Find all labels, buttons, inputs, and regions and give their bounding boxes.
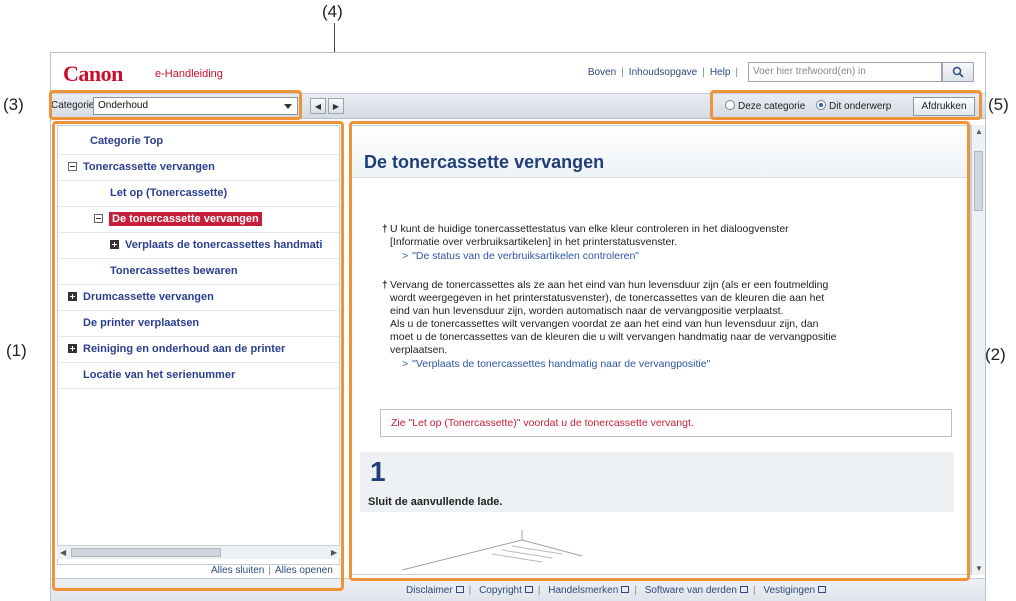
header: Canon e-Handleiding Boven | Inhoudsopgave |… bbox=[51, 53, 985, 93]
tree-item-toner-replace-current[interactable]: De tonercassette vervangen bbox=[94, 207, 262, 232]
step-number: 1 bbox=[370, 456, 386, 487]
search-input[interactable]: Voer hier trefwoord(en) in bbox=[748, 62, 942, 82]
external-link-icon bbox=[524, 586, 533, 593]
collapse-icon[interactable] bbox=[94, 214, 103, 223]
tip-icon: † bbox=[382, 280, 388, 291]
status-link[interactable]: > "De status van de verbruiksartikelen co… bbox=[390, 250, 960, 263]
step-1: 1 Sluit de aanvullende lade. bbox=[360, 452, 954, 512]
arrow-left-icon: ◀ bbox=[314, 101, 322, 111]
tree-item-move-printer[interactable]: De printer verplaatsen bbox=[83, 311, 199, 336]
tree-horizontal-scrollbar[interactable]: ◀ ▶ bbox=[57, 545, 340, 559]
chevron-down-icon bbox=[284, 104, 292, 109]
content-header: De tonercassette vervangen bbox=[352, 126, 970, 178]
scroll-down-icon[interactable]: ▼ bbox=[975, 564, 983, 573]
category-label: Categorie bbox=[51, 100, 95, 111]
link-top[interactable]: Boven bbox=[588, 67, 616, 78]
status-tip: † U kunt de huidige tonercassettestatus … bbox=[382, 223, 960, 263]
callout-2: (2) bbox=[985, 345, 1006, 364]
link-help[interactable]: Help bbox=[710, 67, 731, 78]
tree-item-drum-replace[interactable]: Drumcassette vervangen bbox=[68, 285, 214, 310]
manual-subtitle: e-Handleiding bbox=[155, 68, 223, 80]
expand-icon[interactable] bbox=[68, 292, 77, 301]
toolbar: Categorie Onderhoud ◀ ▶ Deze categorie D… bbox=[51, 93, 985, 119]
external-link-icon bbox=[818, 586, 827, 593]
previous-button[interactable]: ◀ bbox=[310, 98, 326, 114]
chevron-right-icon: > bbox=[402, 250, 409, 262]
external-link-icon bbox=[739, 586, 748, 593]
link-contents[interactable]: Inhoudsopgave bbox=[629, 67, 697, 78]
scroll-up-icon[interactable]: ▲ bbox=[975, 127, 983, 136]
external-link-icon bbox=[455, 586, 464, 593]
expand-all-link[interactable]: Alles openen bbox=[275, 565, 333, 576]
print-scope: Deze categorie Dit onderwerp bbox=[725, 100, 891, 112]
step-text: Sluit de aanvullende lade. bbox=[368, 496, 503, 508]
footer-link-third-party[interactable]: Software van derden bbox=[645, 585, 748, 596]
navigation-tree: Categorie Top Tonercassette vervangen Le… bbox=[57, 125, 340, 565]
move-toner-link[interactable]: > "Verplaats de tonercassettes handmatig … bbox=[390, 358, 960, 371]
tree-bottom-links: Alles sluiten | Alles openen bbox=[211, 565, 333, 576]
collapse-icon[interactable] bbox=[68, 162, 77, 171]
footer-link-trademarks[interactable]: Handelsmerken bbox=[548, 585, 630, 596]
callout-3: (3) bbox=[3, 95, 24, 114]
external-link-icon bbox=[621, 586, 630, 593]
tree-item-toner-caution[interactable]: Let op (Tonercassette) bbox=[110, 181, 227, 206]
scroll-right-icon[interactable]: ▶ bbox=[331, 548, 337, 557]
top-links: Boven | Inhoudsopgave | Help | bbox=[587, 67, 738, 78]
search-button[interactable] bbox=[942, 62, 974, 82]
callout-1: (1) bbox=[6, 341, 27, 360]
next-button[interactable]: ▶ bbox=[328, 98, 344, 114]
canon-logo: Canon bbox=[63, 61, 123, 86]
page: (4) (3) (5) (1) (2) Canon e-Handleiding … bbox=[0, 0, 1016, 601]
chevron-right-icon: > bbox=[402, 358, 409, 370]
arrow-right-icon: ▶ bbox=[332, 101, 340, 111]
tree-item-category-top[interactable]: Categorie Top bbox=[90, 129, 163, 154]
tree-item-toner-storage[interactable]: Tonercassettes bewaren bbox=[110, 259, 238, 284]
expand-icon[interactable] bbox=[68, 344, 77, 353]
tree-item-serial-number[interactable]: Locatie van het serienummer bbox=[83, 363, 235, 388]
callout-4: (4) bbox=[322, 2, 343, 21]
search-icon bbox=[952, 66, 964, 78]
print-button[interactable]: Afdrukken bbox=[913, 97, 975, 116]
content-vertical-scrollbar[interactable]: ▲ ▼ bbox=[971, 125, 985, 575]
scroll-left-icon[interactable]: ◀ bbox=[60, 548, 66, 557]
category-select[interactable]: Onderhoud bbox=[93, 97, 298, 115]
replace-tip: † Vervang de tonercassettes als ze aan h… bbox=[382, 279, 960, 371]
tree-item-move-toner[interactable]: Verplaats de tonercassettes handmati bbox=[110, 233, 322, 258]
radio-this-category-label: Deze categorie bbox=[738, 101, 806, 112]
footer-link-offices[interactable]: Vestigingen bbox=[763, 585, 827, 596]
tree-item-cleaning[interactable]: Reiniging en onderhoud aan de printer bbox=[68, 337, 285, 362]
scrollbar-thumb[interactable] bbox=[974, 151, 983, 211]
footer: Disclaimer | Copyright | Handelsmerken | So… bbox=[51, 578, 985, 601]
expand-icon[interactable] bbox=[110, 240, 119, 249]
tree-item-toner-replace[interactable]: Tonercassette vervangen bbox=[68, 155, 215, 180]
category-value: Onderhoud bbox=[98, 100, 149, 111]
page-title: De tonercassette vervangen bbox=[364, 152, 605, 172]
radio-this-category[interactable] bbox=[725, 100, 735, 110]
radio-this-topic[interactable] bbox=[816, 100, 827, 110]
scrollbar-thumb[interactable] bbox=[71, 548, 221, 557]
e-manual-window: Canon e-Handleiding Boven | Inhoudsopgave |… bbox=[50, 52, 986, 601]
collapse-all-link[interactable]: Alles sluiten bbox=[211, 565, 264, 576]
caution-note: Zie "Let op (Tonercassette)" voordat u d… bbox=[380, 409, 952, 437]
footer-links: Disclaimer | Copyright | Handelsmerken | So… bbox=[406, 585, 827, 596]
callout-5: (5) bbox=[988, 95, 1009, 114]
footer-link-disclaimer[interactable]: Disclaimer bbox=[406, 585, 464, 596]
radio-this-topic-label: Dit onderwerp bbox=[829, 101, 892, 112]
printer-illustration bbox=[401, 530, 583, 571]
tip-icon: † bbox=[382, 224, 388, 235]
content-pane: De tonercassette vervangen † U kunt de h… bbox=[351, 125, 971, 575]
footer-link-copyright[interactable]: Copyright bbox=[479, 585, 533, 596]
